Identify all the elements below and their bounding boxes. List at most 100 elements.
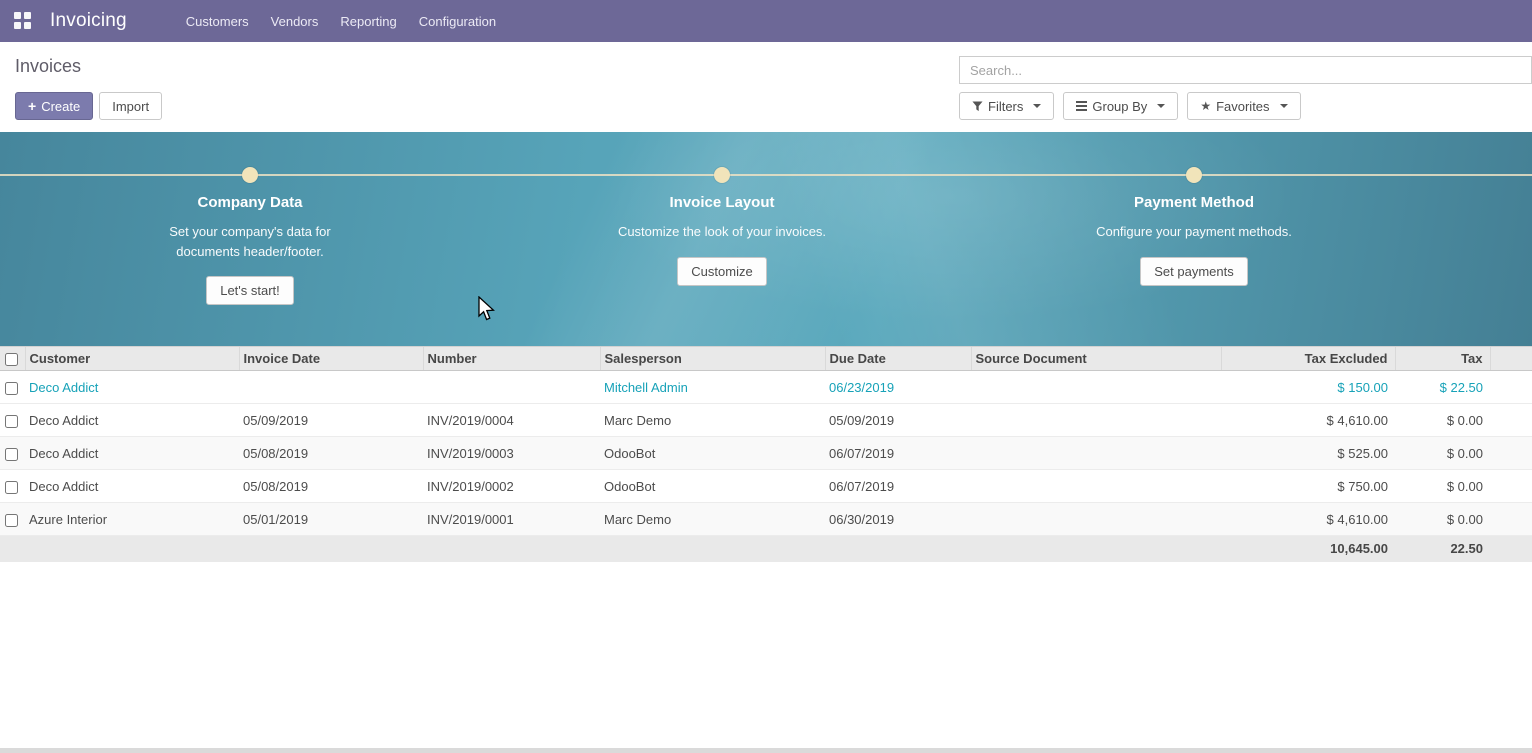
column-header-tax[interactable]: Tax <box>1395 347 1490 371</box>
cell-due-date[interactable]: 05/09/2019 <box>825 404 971 437</box>
column-header-number[interactable]: Number <box>423 347 600 371</box>
cell-salesperson[interactable]: OdooBot <box>600 437 825 470</box>
apps-icon-square <box>14 12 21 19</box>
app-title[interactable]: Invoicing <box>50 10 127 32</box>
set-payments-button[interactable]: Set payments <box>1140 257 1248 286</box>
cell-tax[interactable]: $ 0.00 <box>1395 470 1490 503</box>
footer-spacer <box>0 536 1221 562</box>
cell-due-date[interactable]: 06/07/2019 <box>825 437 971 470</box>
control-panel-right: Filters Group By ★ Favorites <box>959 56 1532 120</box>
column-header-tax-excluded[interactable]: Tax Excluded <box>1221 347 1395 371</box>
table-header-row: Customer Invoice Date Number Salesperson… <box>0 347 1532 371</box>
cell-tax-excluded[interactable]: $ 150.00 <box>1221 371 1395 404</box>
cell-number[interactable]: INV/2019/0002 <box>423 470 600 503</box>
cell-customer[interactable]: Deco Addict <box>25 470 239 503</box>
apps-menu-icon[interactable] <box>14 12 32 30</box>
step-description: Customize the look of your invoices. <box>615 222 830 242</box>
cell-number[interactable]: INV/2019/0004 <box>423 404 600 437</box>
cell-source-document[interactable] <box>971 470 1221 503</box>
row-checkbox[interactable] <box>5 382 18 395</box>
cell-customer[interactable]: Deco Addict <box>25 371 239 404</box>
cell-customer[interactable]: Deco Addict <box>25 404 239 437</box>
cell-tax[interactable]: $ 22.50 <box>1395 371 1490 404</box>
import-button[interactable]: Import <box>99 92 162 120</box>
cell-spacer <box>1490 371 1532 404</box>
cell-tax-excluded[interactable]: $ 4,610.00 <box>1221 503 1395 536</box>
cell-invoice-date[interactable] <box>239 371 423 404</box>
cell-salesperson[interactable]: Marc Demo <box>600 404 825 437</box>
column-header-due-date[interactable]: Due Date <box>825 347 971 371</box>
row-checkbox[interactable] <box>5 514 18 527</box>
table-row[interactable]: Deco Addict Mitchell Admin 06/23/2019 $ … <box>0 371 1532 404</box>
cell-number[interactable]: INV/2019/0003 <box>423 437 600 470</box>
apps-icon-square <box>24 22 31 29</box>
cell-source-document[interactable] <box>971 404 1221 437</box>
menu-reporting[interactable]: Reporting <box>329 8 407 35</box>
table-row[interactable]: Deco Addict 05/08/2019 INV/2019/0003 Odo… <box>0 437 1532 470</box>
cell-number[interactable] <box>423 371 600 404</box>
action-buttons: + Create Import <box>15 92 162 120</box>
lets-start-button[interactable]: Let's start! <box>206 276 294 305</box>
cell-salesperson[interactable]: Mitchell Admin <box>600 371 825 404</box>
tax-total: 22.50 <box>1395 536 1490 562</box>
cell-due-date[interactable]: 06/07/2019 <box>825 470 971 503</box>
cell-tax[interactable]: $ 0.00 <box>1395 503 1490 536</box>
cell-tax[interactable]: $ 0.00 <box>1395 437 1490 470</box>
onboarding-step-company-data: Company Data Set your company's data for… <box>90 194 410 305</box>
column-header-invoice-date[interactable]: Invoice Date <box>239 347 423 371</box>
customize-button[interactable]: Customize <box>677 257 766 286</box>
table-row[interactable]: Deco Addict 05/08/2019 INV/2019/0002 Odo… <box>0 470 1532 503</box>
create-button[interactable]: + Create <box>15 92 93 120</box>
favorites-button-label: Favorites <box>1216 99 1269 114</box>
cell-source-document[interactable] <box>971 503 1221 536</box>
cell-salesperson[interactable]: OdooBot <box>600 470 825 503</box>
cell-invoice-date[interactable]: 05/08/2019 <box>239 470 423 503</box>
group-by-button[interactable]: Group By <box>1063 92 1178 120</box>
table-row[interactable]: Azure Interior 05/01/2019 INV/2019/0001 … <box>0 503 1532 536</box>
cell-invoice-date[interactable]: 05/08/2019 <box>239 437 423 470</box>
step-title: Invoice Layout <box>562 194 882 211</box>
table-row[interactable]: Deco Addict 05/09/2019 INV/2019/0004 Mar… <box>0 404 1532 437</box>
top-navbar: Invoicing Customers Vendors Reporting Co… <box>0 0 1532 42</box>
column-header-source-document[interactable]: Source Document <box>971 347 1221 371</box>
cell-due-date[interactable]: 06/23/2019 <box>825 371 971 404</box>
cell-tax-excluded[interactable]: $ 4,610.00 <box>1221 404 1395 437</box>
favorites-button[interactable]: ★ Favorites <box>1187 92 1300 120</box>
cell-due-date[interactable]: 06/30/2019 <box>825 503 971 536</box>
row-checkbox[interactable] <box>5 481 18 494</box>
menu-configuration[interactable]: Configuration <box>408 8 507 35</box>
search-input[interactable] <box>959 56 1532 84</box>
cell-tax-excluded[interactable]: $ 750.00 <box>1221 470 1395 503</box>
column-header-customer[interactable]: Customer <box>25 347 239 371</box>
cell-invoice-date[interactable]: 05/01/2019 <box>239 503 423 536</box>
column-header-salesperson[interactable]: Salesperson <box>600 347 825 371</box>
menu-vendors[interactable]: Vendors <box>260 8 330 35</box>
row-checkbox[interactable] <box>5 448 18 461</box>
row-checkbox-cell <box>0 437 25 470</box>
group-by-icon <box>1076 101 1087 111</box>
create-button-label: Create <box>41 99 80 114</box>
cell-source-document[interactable] <box>971 371 1221 404</box>
menu-customers[interactable]: Customers <box>175 8 260 35</box>
chevron-down-icon <box>1157 104 1165 108</box>
filters-button[interactable]: Filters <box>959 92 1054 120</box>
select-all-checkbox[interactable] <box>5 353 18 366</box>
group-by-button-label: Group By <box>1092 99 1147 114</box>
cell-tax-excluded[interactable]: $ 525.00 <box>1221 437 1395 470</box>
row-checkbox[interactable] <box>5 415 18 428</box>
cell-source-document[interactable] <box>971 437 1221 470</box>
select-all-header-cell <box>0 347 25 371</box>
step-description: Configure your payment methods. <box>1087 222 1302 242</box>
search-option-buttons: Filters Group By ★ Favorites <box>959 92 1532 120</box>
cell-invoice-date[interactable]: 05/09/2019 <box>239 404 423 437</box>
cell-tax[interactable]: $ 0.00 <box>1395 404 1490 437</box>
onboarding-step-dot-1 <box>242 167 258 183</box>
table-footer-row: 10,645.00 22.50 <box>0 536 1532 562</box>
apps-icon-square <box>24 12 31 19</box>
cell-spacer <box>1490 437 1532 470</box>
bottom-scrollbar-strip[interactable] <box>0 748 1532 753</box>
cell-customer[interactable]: Azure Interior <box>25 503 239 536</box>
cell-number[interactable]: INV/2019/0001 <box>423 503 600 536</box>
cell-salesperson[interactable]: Marc Demo <box>600 503 825 536</box>
cell-customer[interactable]: Deco Addict <box>25 437 239 470</box>
